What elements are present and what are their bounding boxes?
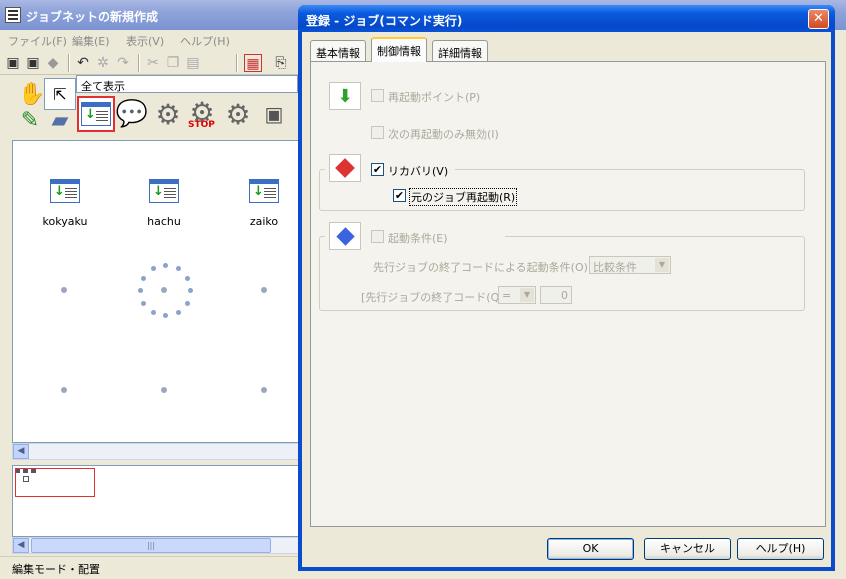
tab-detail-info[interactable]: 詳細情報 [432, 40, 488, 61]
job-label: zaiko [249, 215, 279, 228]
recovery-icon [329, 154, 361, 182]
ring-dot [141, 300, 147, 306]
recovery-label: リカバリ(V) [388, 165, 449, 178]
help-button[interactable]: ヘルプ(H) [737, 538, 824, 560]
ring-dot [150, 266, 156, 272]
grid-dot [161, 287, 167, 293]
menubar: ファイル(F) 編集(E) 表示(V) ヘルプ(H) [0, 30, 300, 50]
job-label: hachu [147, 215, 181, 228]
job-node[interactable]: kokyaku [35, 179, 95, 228]
prev-exit-code-label: [先行ジョブの終了コード(Q)] [361, 291, 508, 304]
undo-icon[interactable]: ↶ [74, 54, 92, 72]
grid-dot [61, 387, 67, 393]
paste-icon[interactable]: ▤ [184, 54, 202, 72]
ok-button[interactable]: OK [547, 538, 634, 560]
canvas-scrollbar[interactable]: ◀ [12, 443, 300, 460]
ring-dot [150, 309, 156, 315]
restart-original-checkbox[interactable]: ✔ [393, 189, 406, 202]
operator-value: = [502, 289, 512, 302]
start-condition-label: 起動条件(E) [388, 232, 448, 245]
cut-icon[interactable]: ✂ [144, 54, 162, 72]
menu-view[interactable]: 表示(V) [126, 33, 164, 49]
tab-control-info[interactable]: 制御情報 [371, 37, 427, 62]
grid-dot [261, 387, 267, 393]
overview-pane[interactable] [12, 465, 300, 537]
check-gear-icon[interactable]: ⚙ [222, 98, 254, 131]
export-icon[interactable]: ⎘ [272, 54, 290, 72]
restart-original-label: 元のジョブ再起動(R) [409, 188, 518, 206]
register-job-dialog: 登録 - ジョブ(コマンド実行) ✕ 基本情報 制御情報 詳細情報 ⬇ 再起動ポ… [298, 5, 835, 571]
grid-dot [61, 287, 67, 293]
restart-point-icon: ⬇ [329, 82, 361, 110]
job-label: kokyaku [42, 215, 88, 228]
menu-edit[interactable]: 編集(E) [72, 33, 110, 49]
save-as-icon[interactable]: ▣ [24, 54, 42, 72]
dialog-body: 基本情報 制御情報 詳細情報 ⬇ 再起動ポイント(P) 次の再起動のみ無効(I)… [302, 32, 831, 567]
toolbar-separator [138, 54, 140, 72]
copy-icon[interactable]: ❐ [164, 54, 182, 72]
toolbar-separator [68, 54, 70, 72]
select-all-icon[interactable]: ✲ [94, 54, 112, 72]
job-node[interactable]: hachu [134, 179, 194, 228]
scroll-left-icon[interactable]: ◀ [13, 538, 29, 553]
message-icon[interactable]: 💬 [116, 98, 148, 130]
menu-file[interactable]: ファイル(F) [8, 33, 67, 49]
ring-dot [188, 288, 193, 293]
overview-viewport[interactable] [15, 468, 95, 497]
restart-point-checkbox[interactable] [371, 89, 384, 102]
start-condition-checkbox[interactable] [371, 230, 384, 243]
exit-code-input[interactable]: 0 [540, 286, 572, 304]
scroll-thumb[interactable]: ||| [31, 538, 271, 553]
start-condition-icon [329, 222, 361, 250]
control-info-panel: ⬇ 再起動ポイント(P) 次の再起動のみ無効(I) ✔ リカバリ(V) ✔ 元の… [310, 61, 826, 527]
save-icon[interactable]: ▣ [4, 54, 22, 72]
chevron-down-icon: ▼ [655, 258, 669, 272]
ring-dot [163, 263, 168, 268]
jobnet-canvas[interactable]: kokyaku hachu zaiko [12, 140, 300, 443]
prev-exit-condition-value: 比較条件 [593, 261, 637, 274]
restart-point-label: 再起動ポイント(P) [388, 91, 481, 104]
eraser-icon[interactable]: ▰ [44, 104, 76, 136]
job-icon [149, 179, 179, 203]
ring-dot [141, 275, 147, 281]
chevron-down-icon: ▼ [520, 288, 534, 302]
pencil-icon[interactable]: ✎ [14, 104, 46, 136]
ring-dot [175, 266, 181, 272]
calendar-icon[interactable]: ▦ [244, 54, 262, 72]
dialog-title: 登録 - ジョブ(コマンド実行) [298, 5, 835, 32]
prev-exit-condition-select[interactable]: 比較条件 ▼ [589, 256, 671, 274]
app-icon [5, 7, 21, 23]
job-icon [249, 179, 279, 203]
recovery-checkbox[interactable]: ✔ [371, 163, 384, 176]
job-node[interactable]: zaiko [234, 179, 294, 228]
grid-dot [261, 287, 267, 293]
close-button[interactable]: ✕ [808, 9, 829, 29]
cancel-button[interactable]: キャンセル [644, 538, 731, 560]
status-bar: 編集モード・配置 [0, 556, 300, 579]
restart-only-next-checkbox[interactable] [371, 126, 384, 139]
operator-select[interactable]: = ▼ [498, 286, 536, 304]
ring-dot [163, 313, 168, 318]
view-select[interactable]: 全て表示 [76, 75, 298, 93]
prev-exit-condition-label: 先行ジョブの終了コードによる起動条件(O): [373, 261, 592, 274]
ring-dot [175, 309, 181, 315]
job-icon [50, 179, 80, 203]
toolbar: ▣ ▣ ◆ ↶ ✲ ↷ ✂ ❐ ▤ ▦ ⎘ [0, 51, 300, 75]
ring-dot [184, 300, 190, 306]
gear-icon[interactable]: ⚙ [152, 98, 184, 131]
overview-scrollbar[interactable]: ◀ ||| [12, 537, 300, 554]
restart-only-next-label: 次の再起動のみ無効(I) [388, 128, 499, 141]
ring-dot [184, 275, 190, 281]
register-icon[interactable]: ◆ [44, 54, 62, 72]
job-palette-icon[interactable] [77, 96, 115, 132]
grid-dot [161, 387, 167, 393]
toolbar-separator [236, 54, 238, 72]
menu-help[interactable]: ヘルプ(H) [180, 33, 230, 49]
stop-label-icon: STOP [188, 120, 215, 130]
scroll-left-icon[interactable]: ◀ [13, 444, 29, 459]
tab-basic-info[interactable]: 基本情報 [310, 40, 366, 61]
ring-dot [138, 288, 143, 293]
camera-icon[interactable]: ▣ [258, 98, 290, 130]
redo-icon[interactable]: ↷ [114, 54, 132, 72]
